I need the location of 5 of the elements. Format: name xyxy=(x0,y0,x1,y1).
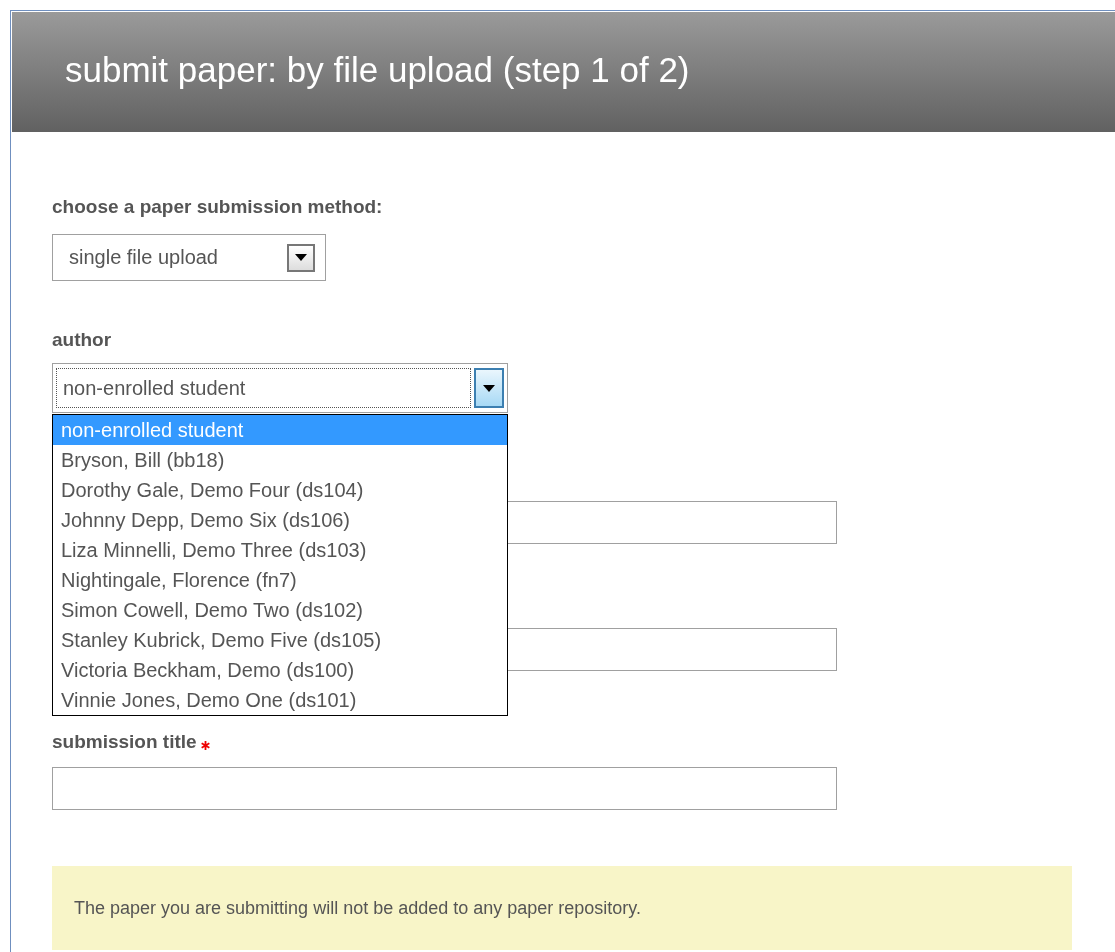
page-title: submit paper: by file upload (step 1 of 2) xyxy=(65,50,690,90)
field-label: choose a paper submission method: xyxy=(52,196,384,218)
field-label: submission title xyxy=(52,731,197,753)
notice-box: The paper you are submitting will not be added to any paper repository. xyxy=(52,866,1072,950)
field-label: author xyxy=(52,329,113,351)
